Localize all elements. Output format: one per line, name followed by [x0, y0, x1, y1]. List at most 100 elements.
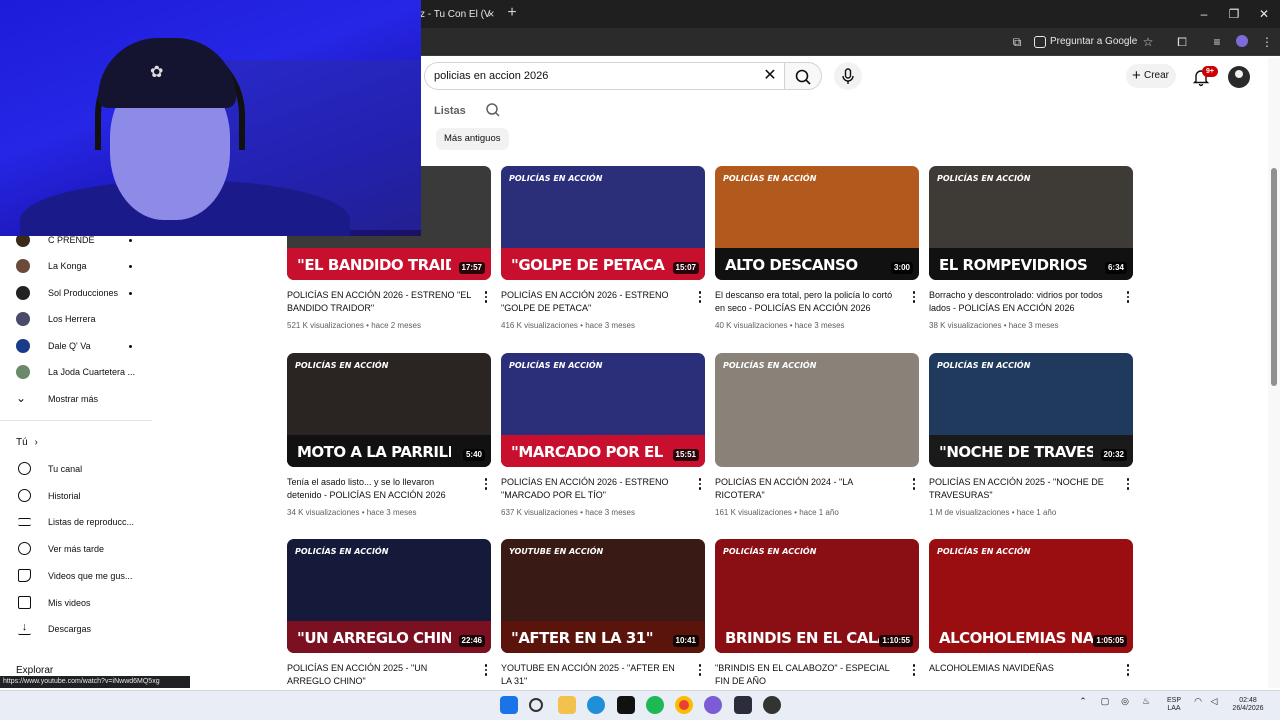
video-card[interactable]: POLICÍAS EN ACCIÓN POLICÍAS EN ACCIÓN 202… — [715, 353, 919, 517]
video-card[interactable]: POLICÍAS EN ACCIÓN EL ROMPEVIDRIOS 6:34 Bor… — [929, 166, 1133, 330]
sidebar-item-liked-videos[interactable]: Videos que me gus... — [16, 564, 146, 588]
chrome-icon[interactable] — [675, 696, 693, 714]
video-thumbnail[interactable]: POLICÍAS EN ACCIÓN BRINDIS EN EL CALABOZO… — [715, 539, 919, 653]
more-options-icon[interactable] — [1125, 664, 1131, 678]
extensions-icon[interactable]: ⧠ — [1173, 33, 1191, 51]
install-icon[interactable]: ⧉ — [1008, 33, 1026, 51]
video-card[interactable]: POLICÍAS EN ACCIÓN BRINDIS EN EL CALABOZO… — [715, 539, 919, 686]
sidebar-item-subscription[interactable]: Los Herrera — [16, 307, 146, 331]
sidebar-item-watch-later[interactable]: Ver más tarde — [16, 537, 146, 561]
chevron-up-icon[interactable]: ⌃ — [1078, 697, 1088, 706]
video-card[interactable]: POLICÍAS EN ACCIÓN "GOLPE DE PETACA" 15:07… — [501, 166, 705, 330]
video-title[interactable]: POLICÍAS EN ACCIÓN 2026 - ESTRENO "GOLPE… — [501, 289, 685, 315]
channel-search-icon[interactable] — [484, 101, 502, 119]
volume-icon[interactable]: ◁ — [1208, 697, 1220, 706]
video-card[interactable]: POLICÍAS EN ACCIÓN ALTO DESCANSO 3:00 El de… — [715, 166, 919, 330]
video-title[interactable]: Tenía el asado listo... y se lo llevaron… — [287, 476, 471, 502]
video-title[interactable]: POLICÍAS EN ACCIÓN 2026 - ESTRENO "MARCA… — [501, 476, 685, 502]
language-indicator[interactable]: ESP LAA — [1162, 697, 1186, 713]
more-options-icon[interactable] — [911, 291, 917, 305]
sidebar-item-downloads[interactable]: ↓ Descargas — [16, 617, 146, 641]
more-options-icon[interactable] — [1125, 478, 1131, 492]
video-title[interactable]: POLICÍAS EN ACCIÓN 2025 - "NOCHE DE TRAV… — [929, 476, 1113, 502]
browser-profile-icon[interactable] — [1236, 35, 1248, 47]
create-button[interactable]: + Crear — [1126, 64, 1176, 88]
video-title[interactable]: POLICÍAS EN ACCIÓN 2024 - "LA RICOTERA" — [715, 476, 899, 502]
video-card[interactable]: POLICÍAS EN ACCIÓN ALCOHOLEMIAS NAVIDEÑAS… — [929, 539, 1133, 703]
tray-icon[interactable]: ♨ — [1141, 697, 1151, 706]
video-thumbnail[interactable]: POLICÍAS EN ACCIÓN "GOLPE DE PETACA" 15:07 — [501, 166, 705, 280]
edge-icon[interactable] — [587, 696, 605, 714]
app-icon[interactable] — [763, 696, 781, 714]
media-controls-icon[interactable]: ≡ — [1208, 33, 1226, 51]
sidebar-show-more[interactable]: ⌄ Mostrar más — [16, 387, 146, 411]
new-tab-button[interactable]: + — [504, 4, 520, 24]
more-options-icon[interactable] — [483, 291, 489, 305]
tray-icon[interactable]: ◎ — [1120, 697, 1130, 706]
bookmark-star-icon[interactable]: ☆ — [1139, 33, 1157, 51]
video-title[interactable]: El descanso era total, pero la policía l… — [715, 289, 899, 315]
filter-chip-oldest[interactable]: Más antiguos — [436, 128, 509, 150]
video-card[interactable]: POLICÍAS EN ACCIÓN MOTO A LA PARRILLA 5:40… — [287, 353, 491, 517]
video-thumbnail[interactable]: POLICÍAS EN ACCIÓN — [715, 353, 919, 467]
video-thumbnail[interactable]: POLICÍAS EN ACCIÓN EL ROMPEVIDRIOS 6:34 — [929, 166, 1133, 280]
video-thumbnail[interactable]: YOUTUBE EN ACCIÓN "AFTER EN LA 31" 10:41 — [501, 539, 705, 653]
video-thumbnail[interactable]: POLICÍAS EN ACCIÓN ALCOHOLEMIAS NAVIDEÑAS… — [929, 539, 1133, 653]
tray-icon[interactable]: ▢ — [1100, 697, 1110, 706]
clear-search-icon[interactable]: ✕ — [760, 62, 780, 90]
sidebar-item-subscription[interactable]: Sol Producciones — [16, 281, 146, 305]
more-options-icon[interactable] — [697, 478, 703, 492]
close-tab-icon[interactable]: × — [484, 4, 498, 24]
avatar[interactable] — [1228, 66, 1250, 88]
video-title[interactable]: YOUTUBE EN ACCIÓN 2025 - "AFTER EN LA 31… — [501, 662, 685, 688]
start-menu-icon[interactable] — [500, 696, 518, 714]
video-title[interactable]: "BRINDIS EN EL CALABOZO" - ESPECIAL FIN … — [715, 662, 899, 688]
voice-search-button[interactable] — [834, 62, 862, 90]
video-card[interactable]: POLICÍAS EN ACCIÓN "UN ARREGLO CHINO" 22:4… — [287, 539, 491, 686]
more-options-icon[interactable] — [697, 664, 703, 678]
video-title[interactable]: POLICÍAS EN ACCIÓN 2025 - "UN ARREGLO CH… — [287, 662, 471, 688]
search-query-text[interactable]: policias en accion 2026 — [434, 62, 548, 90]
more-options-icon[interactable] — [1125, 291, 1131, 305]
more-options-icon[interactable] — [697, 291, 703, 305]
video-title[interactable]: ALCOHOLEMIAS NAVIDEÑAS — [929, 662, 1113, 675]
search-taskbar-icon[interactable] — [529, 698, 543, 712]
clock[interactable]: 02:48 26/4/2026 — [1226, 697, 1270, 713]
video-card[interactable]: POLICÍAS EN ACCIÓN "MARCADO POR EL TÍO" 15… — [501, 353, 705, 517]
video-thumbnail[interactable]: POLICÍAS EN ACCIÓN ALTO DESCANSO 3:00 — [715, 166, 919, 280]
minimize-button[interactable]: – — [1194, 4, 1214, 24]
maximize-button[interactable]: ❐ — [1224, 4, 1244, 24]
wifi-icon[interactable]: ◠ — [1192, 697, 1204, 706]
app-icon[interactable] — [704, 696, 722, 714]
obs-icon[interactable] — [734, 696, 752, 714]
video-title[interactable]: Borracho y descontrolado: vidrios por to… — [929, 289, 1113, 315]
sidebar-item-playlists[interactable]: Listas de reproducc... — [16, 510, 146, 534]
tiktok-icon[interactable] — [617, 696, 635, 714]
video-thumbnail[interactable]: POLICÍAS EN ACCIÓN "MARCADO POR EL TÍO" 15… — [501, 353, 705, 467]
more-options-icon[interactable] — [911, 478, 917, 492]
sidebar-section-you[interactable]: Tú › — [16, 434, 38, 452]
scrollbar-thumb[interactable] — [1271, 168, 1277, 386]
ask-google-button[interactable]: Preguntar a Google — [1034, 32, 1137, 52]
sidebar-item-history[interactable]: Historial — [16, 484, 146, 508]
file-explorer-icon[interactable] — [558, 696, 576, 714]
sidebar-item-subscription[interactable]: La Konga — [16, 254, 146, 278]
more-options-icon[interactable] — [911, 664, 917, 678]
sidebar-item-my-videos[interactable]: Mis videos — [16, 591, 146, 615]
search-button[interactable] — [784, 62, 822, 90]
sidebar-item-subscription[interactable]: La Joda Cuartetera ... — [16, 360, 146, 384]
sidebar-item-your-channel[interactable]: Tu canal — [16, 457, 146, 481]
spotify-icon[interactable] — [646, 696, 664, 714]
video-thumbnail[interactable]: POLICÍAS EN ACCIÓN "NOCHE DE TRAVESURAS" 2… — [929, 353, 1133, 467]
browser-menu-icon[interactable]: ⋮ — [1258, 33, 1276, 51]
video-title[interactable]: POLICÍAS EN ACCIÓN 2026 - ESTRENO "EL BA… — [287, 289, 471, 315]
sidebar-item-subscription[interactable]: Dale Q' Va — [16, 334, 146, 358]
more-options-icon[interactable] — [483, 478, 489, 492]
video-card[interactable]: YOUTUBE EN ACCIÓN "AFTER EN LA 31" 10:41 YO… — [501, 539, 705, 686]
video-thumbnail[interactable]: POLICÍAS EN ACCIÓN MOTO A LA PARRILLA 5:40 — [287, 353, 491, 467]
video-thumbnail[interactable]: POLICÍAS EN ACCIÓN "UN ARREGLO CHINO" 22:4… — [287, 539, 491, 653]
close-window-button[interactable]: ✕ — [1254, 4, 1274, 24]
tab-listas[interactable]: Listas — [434, 102, 466, 120]
video-card[interactable]: POLICÍAS EN ACCIÓN "NOCHE DE TRAVESURAS" 2… — [929, 353, 1133, 517]
more-options-icon[interactable] — [483, 664, 489, 678]
